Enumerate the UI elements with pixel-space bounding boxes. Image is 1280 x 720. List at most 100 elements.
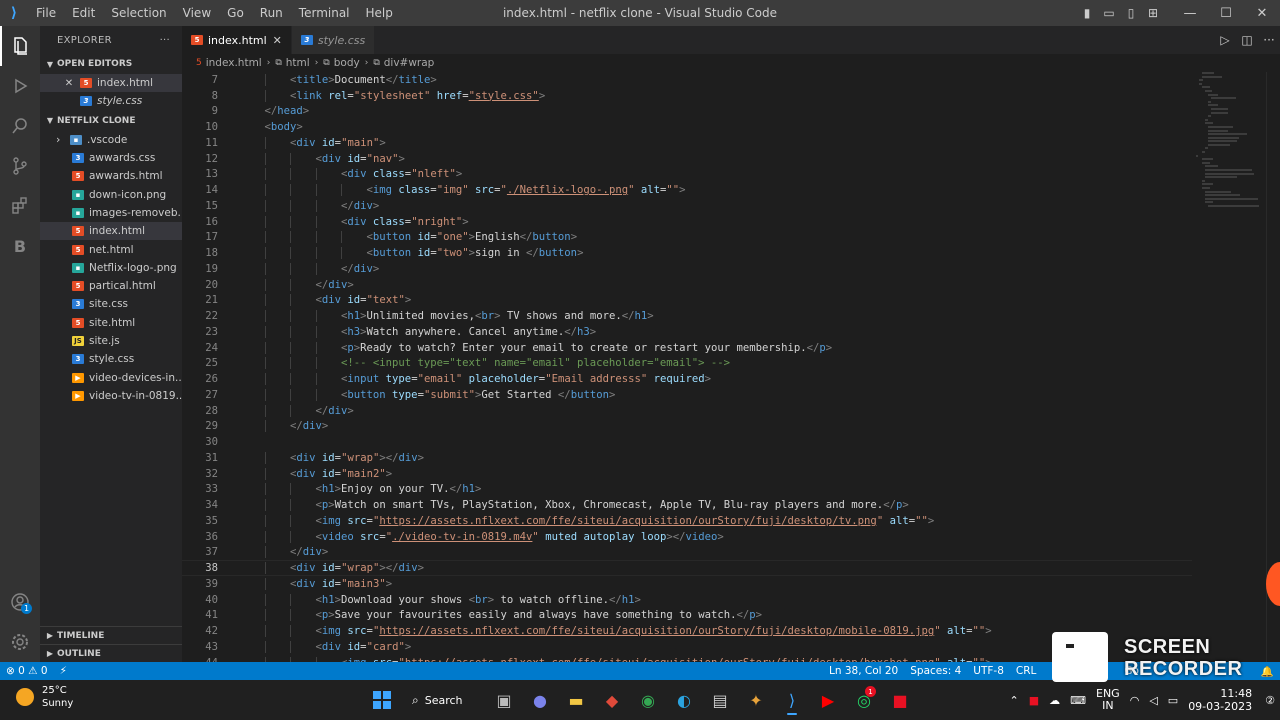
- cursor-position[interactable]: Ln 38, Col 20: [823, 665, 904, 677]
- close-tab-icon[interactable]: ✕: [273, 34, 282, 47]
- chevron-up-icon[interactable]: ⌃: [1004, 694, 1023, 707]
- code-line[interactable]: 37 </div>: [182, 545, 1192, 561]
- breadcrumb-item[interactable]: body: [334, 57, 360, 69]
- input-language[interactable]: ENG IN: [1091, 688, 1125, 712]
- code-line[interactable]: 44<img src="https://assets.nflxext.com/f…: [182, 655, 1192, 662]
- code-line[interactable]: 14 <img class="img" src="./Netflix-logo-.…: [182, 182, 1192, 198]
- code-line[interactable]: 24 <p>Ready to watch? Enter your email to…: [182, 340, 1192, 356]
- source-control-icon[interactable]: [0, 146, 40, 186]
- open-editor-item-index[interactable]: ✕ 5 index.html: [40, 74, 182, 93]
- clock[interactable]: 11:48 09-03-2023: [1183, 687, 1260, 713]
- code-line[interactable]: 39 <div id="main3">: [182, 576, 1192, 592]
- screen-recorder-app-icon[interactable]: ■: [882, 684, 918, 716]
- toggle-sidebar-icon[interactable]: ▮: [1076, 6, 1098, 20]
- code-line[interactable]: 15 </div>: [182, 198, 1192, 214]
- more-actions-icon[interactable]: ···: [1258, 33, 1280, 47]
- code-line[interactable]: 18 <button id="two">sign in </button>: [182, 245, 1192, 261]
- breadcrumb-item[interactable]: div#wrap: [384, 57, 435, 69]
- code-line[interactable]: 22 <h1>Unlimited movies,<br> TV shows and…: [182, 308, 1192, 324]
- split-editor-icon[interactable]: ◫: [1236, 33, 1258, 47]
- live-share-icon[interactable]: ⚡: [54, 665, 73, 677]
- volume-icon[interactable]: ◁: [1144, 694, 1162, 707]
- youtube-icon[interactable]: ▶: [810, 684, 846, 716]
- code-line[interactable]: 34 <p>Watch on smart TVs, PlayStation, Xb…: [182, 497, 1192, 513]
- indentation[interactable]: Spaces: 4: [904, 665, 967, 677]
- close-editor-icon[interactable]: ✕: [62, 78, 76, 89]
- code-editor[interactable]: 7 <title>Document</title> 8 <link rel="styl…: [182, 72, 1280, 662]
- menu-selection[interactable]: Selection: [103, 0, 174, 26]
- menu-go[interactable]: Go: [219, 0, 252, 26]
- tab-style-css[interactable]: 3 style.css: [291, 26, 376, 54]
- menu-terminal[interactable]: Terminal: [291, 0, 358, 26]
- keyboard-icon[interactable]: ⌨: [1065, 694, 1091, 707]
- code-line[interactable]: 23 <h3>Watch anywhere. Cancel anytime.</h…: [182, 324, 1192, 340]
- code-line[interactable]: 42 <img src="https://assets.nflxext.com/f…: [182, 623, 1192, 639]
- breadcrumb-item[interactable]: html: [286, 57, 310, 69]
- code-line[interactable]: 10 <body>: [182, 119, 1192, 135]
- code-line[interactable]: 38 <div id="wrap"></div>: [182, 560, 1192, 576]
- file-tree-item[interactable]: › ▪ .vscode: [40, 131, 182, 149]
- code-lines[interactable]: 7 <title>Document</title> 8 <link rel="styl…: [182, 72, 1192, 662]
- start-button[interactable]: [364, 684, 400, 716]
- code-line[interactable]: 9 </head>: [182, 104, 1192, 120]
- code-line[interactable]: 21 <div id="text">: [182, 293, 1192, 309]
- menu-view[interactable]: View: [175, 0, 219, 26]
- file-tree-item[interactable]: ▪ Netflix-logo-.png: [40, 259, 182, 277]
- wifi-icon[interactable]: ◠: [1125, 694, 1145, 707]
- code-line[interactable]: 28 </div>: [182, 403, 1192, 419]
- notifications-bell-icon[interactable]: 🔔: [1255, 665, 1280, 678]
- tab-index-html[interactable]: 5 index.html ✕: [182, 26, 292, 54]
- file-tree-item[interactable]: 3 style.css: [40, 350, 182, 368]
- account-icon[interactable]: 1: [0, 582, 40, 622]
- breadcrumb-item[interactable]: index.html: [206, 57, 262, 69]
- code-line[interactable]: 43 <div id="card">: [182, 639, 1192, 655]
- code-line[interactable]: 13 <div class="nleft">: [182, 167, 1192, 183]
- more-actions-icon[interactable]: ···: [160, 35, 170, 46]
- task-view-icon[interactable]: ▣: [486, 684, 522, 716]
- file-tree-item[interactable]: 5 index.html: [40, 222, 182, 241]
- file-explorer-icon[interactable]: ▬: [558, 684, 594, 716]
- menu-run[interactable]: Run: [252, 0, 291, 26]
- settings-gear-icon[interactable]: [0, 622, 40, 662]
- code-line[interactable]: 25 <!-- <input type="text" name="email" p…: [182, 356, 1192, 372]
- file-tree-item[interactable]: ▪ images-removeb...: [40, 204, 182, 222]
- code-line[interactable]: 16 <div class="nright">: [182, 214, 1192, 230]
- file-tree-item[interactable]: 5 net.html: [40, 240, 182, 258]
- code-line[interactable]: 19 </div>: [182, 261, 1192, 277]
- file-tree-item[interactable]: JS site.js: [40, 332, 182, 350]
- bootstrap-icon[interactable]: B: [0, 226, 40, 266]
- onedrive-cloud-icon[interactable]: ☁: [1044, 694, 1065, 707]
- code-line[interactable]: 20 </div>: [182, 277, 1192, 293]
- timeline-section[interactable]: ▶ TIMELINE: [40, 626, 182, 644]
- notification-icon[interactable]: ②: [1260, 694, 1280, 707]
- code-line[interactable]: 35 <img src="https://assets.nflxext.com/f…: [182, 513, 1192, 529]
- app-orange-icon[interactable]: ✦: [738, 684, 774, 716]
- code-line[interactable]: 29 </div>: [182, 419, 1192, 435]
- file-tree-item[interactable]: ▪ down-icon.png: [40, 185, 182, 203]
- open-editor-item-style[interactable]: 3 style.css: [40, 92, 182, 110]
- code-line[interactable]: 12 <div id="nav">: [182, 151, 1192, 167]
- close-window-button[interactable]: ✕: [1244, 6, 1280, 21]
- menu-edit[interactable]: Edit: [64, 0, 103, 26]
- file-tree-item[interactable]: ▶ video-devices-in....: [40, 368, 182, 386]
- code-line[interactable]: 27 <button type="submit">Get Started </bu…: [182, 387, 1192, 403]
- code-line[interactable]: 30: [182, 434, 1192, 450]
- maximize-button[interactable]: ☐: [1208, 6, 1244, 21]
- vscode-taskbar-icon[interactable]: ⟩: [774, 684, 810, 716]
- explorer-icon[interactable]: [0, 26, 40, 66]
- menu-help[interactable]: Help: [358, 0, 401, 26]
- recorder-tray-icon[interactable]: ■: [1024, 694, 1044, 707]
- menu-file[interactable]: File: [28, 0, 64, 26]
- code-line[interactable]: 32 <div id="main2">: [182, 466, 1192, 482]
- netflix-clone-folder-section[interactable]: ▼ NETFLIX CLONE: [40, 111, 182, 131]
- search-icon[interactable]: [0, 106, 40, 146]
- weather-widget[interactable]: 25°C Sunny: [16, 684, 73, 710]
- edge-icon[interactable]: ◐: [666, 684, 702, 716]
- file-tree-item[interactable]: 5 awwards.html: [40, 167, 182, 185]
- encoding[interactable]: UTF-8: [967, 665, 1010, 677]
- customize-layout-icon[interactable]: ⊞: [1142, 6, 1164, 20]
- code-line[interactable]: 31 <div id="wrap"></div>: [182, 450, 1192, 466]
- file-tree-item[interactable]: 5 partical.html: [40, 277, 182, 295]
- file-tree-item[interactable]: ▶ video-tv-in-0819....: [40, 387, 182, 405]
- run-icon[interactable]: ▷: [1214, 33, 1236, 47]
